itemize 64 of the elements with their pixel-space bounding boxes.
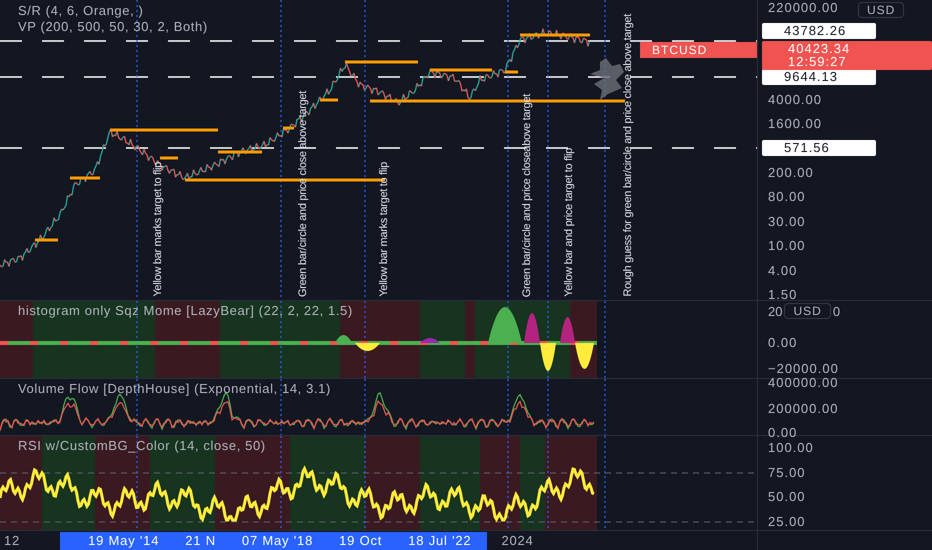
indicator-title: Volume Flow [DepthHouse] (Exponential, 14, 3.1) xyxy=(18,381,331,396)
support-resistance-line xyxy=(520,34,590,36)
price-level-label: 43782.26 xyxy=(762,23,876,39)
indicator-title: RSI w/CustomBG_Color (14, close, 50) xyxy=(18,438,266,453)
support-resistance-line xyxy=(320,98,338,102)
indicator-legend: VP (200, 500, 50, 30, 2, Both) xyxy=(18,19,208,35)
axis-label: 0.00 xyxy=(768,335,798,351)
histogram-bar xyxy=(560,317,575,343)
histogram-bar xyxy=(335,335,352,343)
support-resistance-line xyxy=(160,156,178,160)
price-level-label: 9644.13 xyxy=(762,69,876,85)
histogram-bar xyxy=(524,313,540,343)
histogram-bar xyxy=(488,307,522,343)
axis-label: 10.00 xyxy=(768,238,806,254)
chart-annotation: Yellow bar and price target to flip xyxy=(563,148,575,297)
axis-label: 80.00 xyxy=(768,189,806,205)
chart-annotation: Rough guess for green bar/circle and price close above target xyxy=(622,14,634,297)
axis-label: −20000.00 xyxy=(768,361,839,377)
chart-annotation: Yellow bar marks target to flip xyxy=(378,162,390,297)
last-price: 40423.34 xyxy=(788,42,852,55)
time-axis-label: 2024 xyxy=(500,533,534,548)
axis-label: 220000.00 xyxy=(768,0,838,16)
support-resistance-line xyxy=(218,150,262,154)
support-resistance-line xyxy=(35,238,58,242)
axis-label: 0 xyxy=(832,304,840,318)
axis-label: 50.00 xyxy=(768,489,806,505)
time-axis-label: 12 xyxy=(3,533,20,548)
indicator-legend: S/R (4, 6, Orange, ) xyxy=(18,3,208,19)
time-axis-label: 07 May '18 xyxy=(242,533,314,548)
axis-label: 1.50 xyxy=(768,287,798,303)
bar-countdown: 12:59:27 xyxy=(788,55,848,68)
histogram-bar xyxy=(420,338,440,343)
currency-button[interactable]: USD xyxy=(858,2,904,18)
axis-label: 0.00 xyxy=(768,425,798,441)
axis-label: 100.00 xyxy=(768,440,814,456)
axis-label: 200.00 xyxy=(768,165,814,181)
axis-label: 4.00 xyxy=(768,263,798,279)
currency-button[interactable]: USD xyxy=(784,303,831,319)
support-resistance-line xyxy=(505,70,518,74)
axis-label: 75.00 xyxy=(768,465,806,481)
axis-label: 20 xyxy=(768,304,782,318)
axis-label: 25.00 xyxy=(768,514,806,530)
support-resistance-line xyxy=(283,126,294,130)
time-axis-label: 21 N xyxy=(185,533,216,548)
axis-label: 30.00 xyxy=(768,214,806,230)
time-axis-label: 19 Oct xyxy=(339,533,382,548)
indicator-title: histogram only Sqz Mome [LazyBear] (22, 2, 22, 1.5) xyxy=(18,303,353,318)
volume-profile-drawing xyxy=(590,58,624,100)
chart-annotation: Green bar/circle and price closeabove target xyxy=(521,94,533,297)
histogram-bar xyxy=(355,343,380,351)
axis-label: 400000.00 xyxy=(768,375,838,391)
price-level-label: 571.56 xyxy=(762,140,876,156)
chart-annotation: Green bar/circle and price close above target xyxy=(297,90,309,297)
histogram-bar xyxy=(575,343,594,369)
time-axis-label: 18 Jul '22 xyxy=(408,533,472,548)
axis-label: 4000.00 xyxy=(768,92,822,108)
support-resistance-line xyxy=(430,68,492,72)
time-axis-label: 19 May '14 xyxy=(88,533,160,548)
axis-label: 1600.00 xyxy=(768,116,822,132)
axis-label: 200000.00 xyxy=(768,401,838,417)
symbol-tag: BTCUSD xyxy=(640,42,757,58)
support-resistance-line xyxy=(70,176,100,180)
chart-annotation: Yellow bar marks target to flip xyxy=(152,162,164,297)
histogram-bar xyxy=(540,343,556,371)
